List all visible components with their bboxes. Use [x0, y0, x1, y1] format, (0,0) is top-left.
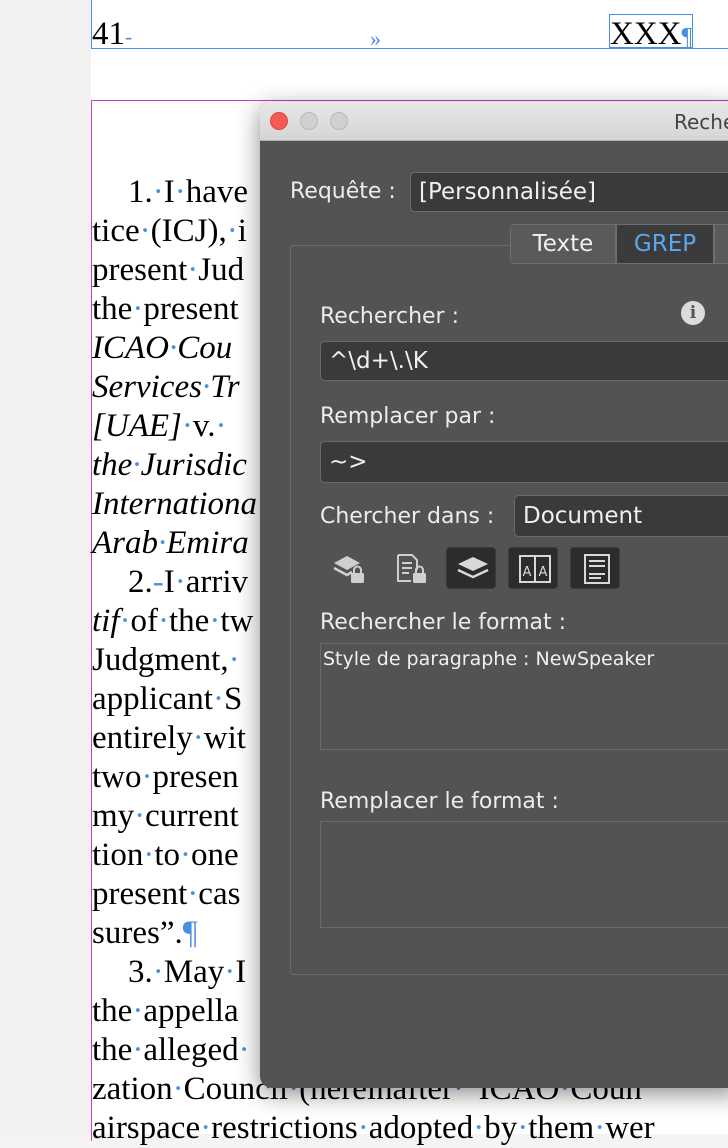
page-number: 41‑	[92, 16, 133, 52]
dialog-titlebar[interactable]: Reche	[260, 102, 728, 141]
query-label: Requête :	[290, 179, 396, 204]
find-what-input[interactable]: ^\d+\.\K	[320, 341, 728, 381]
include-locked-layers-icon[interactable]	[322, 547, 372, 589]
dialog-title: Reche	[674, 110, 728, 134]
replace-format-box[interactable]	[320, 821, 728, 928]
tab-grep[interactable]: GREP	[616, 224, 714, 264]
include-hidden-layers-icon[interactable]	[446, 547, 496, 589]
close-window-button[interactable]	[270, 112, 288, 130]
tab-bar: Texte GREP	[510, 224, 728, 264]
change-to-input[interactable]: ~>	[320, 441, 728, 483]
header-right-text: XXX¶	[610, 16, 693, 52]
find-change-dialog: Reche Requête : [Personnalisée] Texte GR…	[260, 102, 728, 1088]
include-master-pages-icon[interactable]: A A	[508, 547, 558, 589]
zoom-window-button[interactable]	[330, 112, 348, 130]
svg-text:A: A	[523, 565, 532, 580]
search-in-label: Chercher dans :	[320, 504, 495, 529]
search-in-select[interactable]: Document	[514, 495, 728, 537]
find-format-label: Rechercher le format :	[320, 610, 567, 635]
tab-text[interactable]: Texte	[510, 224, 616, 264]
minimize-window-button[interactable]	[300, 112, 318, 130]
replace-format-label: Remplacer le format :	[320, 789, 559, 814]
svg-text:A: A	[539, 565, 548, 580]
text-line: airspace·restrictions·adopted·by·them·we…	[92, 1110, 655, 1146]
find-format-box[interactable]: Style de paragraphe : NewSpeaker	[320, 643, 728, 750]
include-footnotes-icon[interactable]	[570, 547, 620, 589]
include-locked-stories-icon[interactable]	[384, 547, 434, 589]
replace-label: Remplacer par :	[320, 404, 496, 429]
tab-glyph[interactable]	[714, 224, 728, 264]
tab-character-marker: »	[370, 26, 381, 51]
find-format-value: Style de paragraphe : NewSpeaker	[323, 648, 655, 670]
info-icon[interactable]: i	[681, 301, 705, 325]
query-select[interactable]: [Personnalisée]	[410, 172, 728, 212]
find-label: Rechercher :	[320, 304, 459, 329]
